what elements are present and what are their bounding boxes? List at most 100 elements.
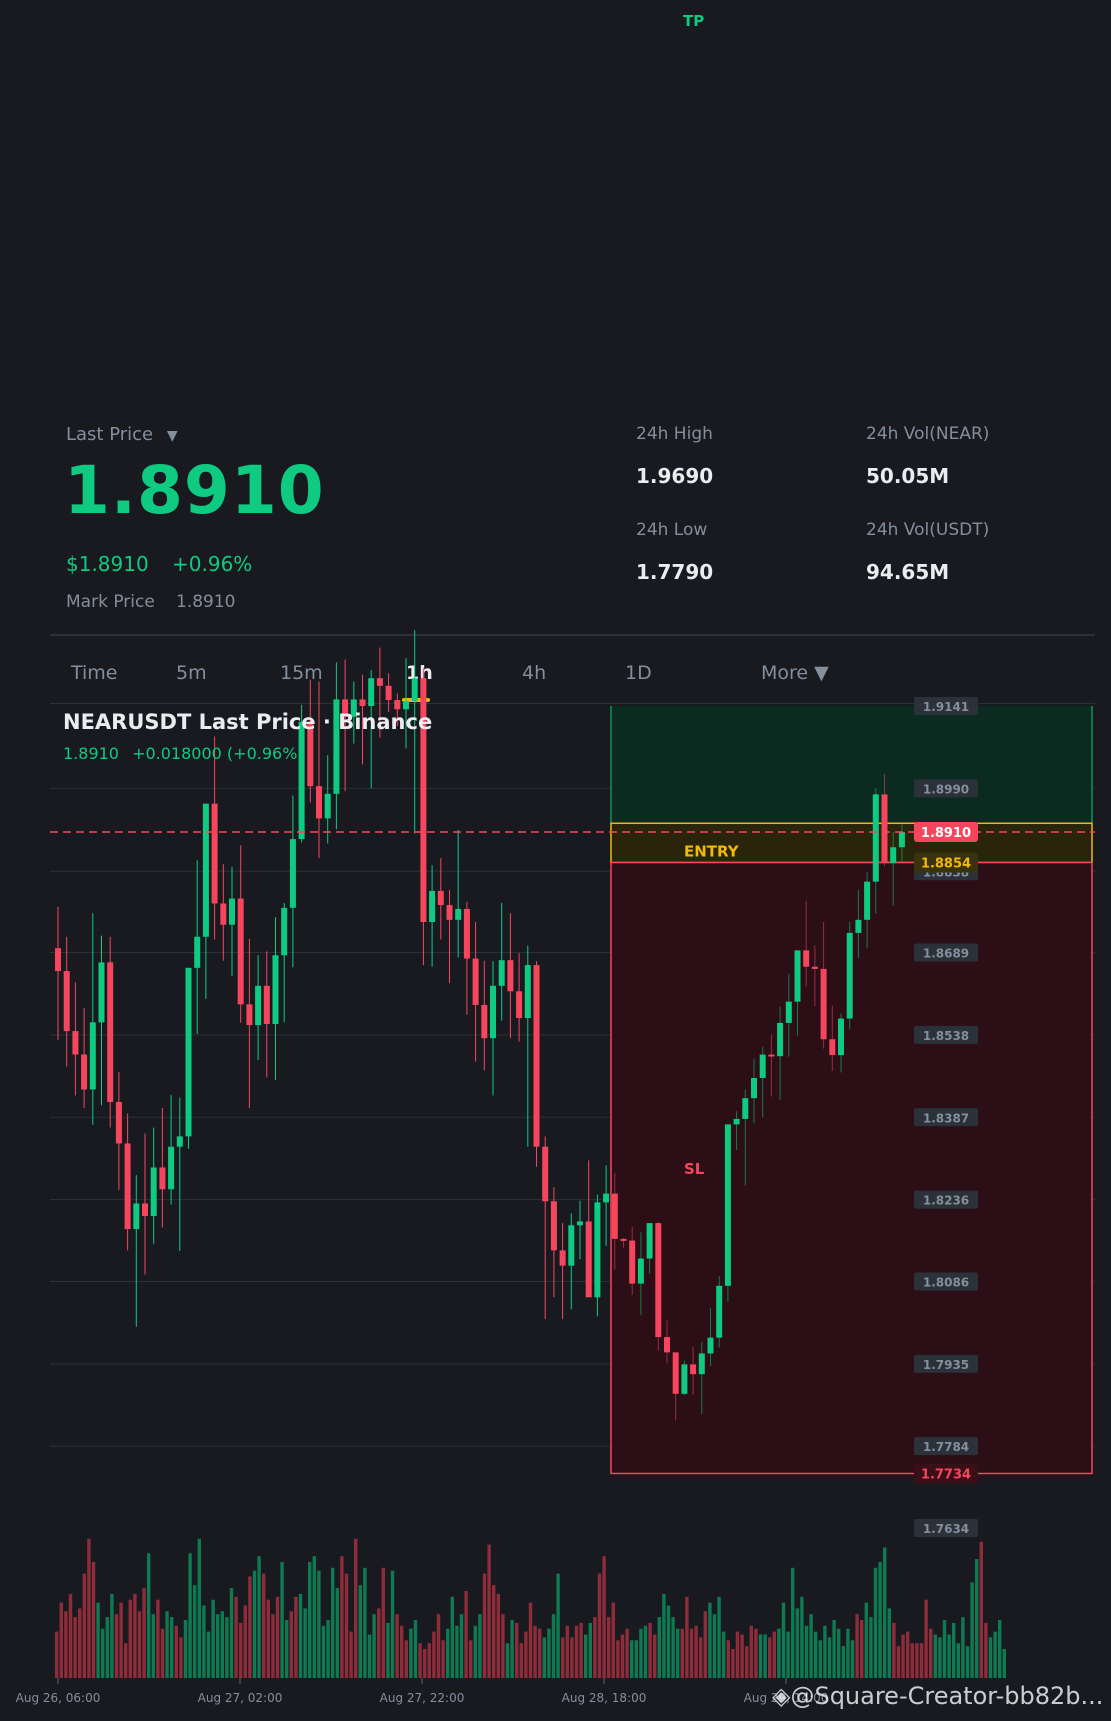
candle-body [768,1054,775,1057]
volume-bar [317,1570,321,1678]
candle-body [690,1364,697,1375]
volume-bar [961,1617,965,1678]
volume-bar [648,1622,652,1678]
volume-bar [482,1573,487,1678]
volume-bar [533,1625,537,1678]
volume-bar [257,1556,261,1678]
volume-bar [220,1611,224,1678]
candle-body [490,985,496,1039]
volume-bar [726,1640,730,1678]
volume-bar [464,1591,468,1678]
volume-bar [413,1620,418,1678]
volume-bar [82,1573,86,1678]
volume-bar [1002,1649,1006,1678]
volume-bar [151,1614,155,1678]
volume-bar [229,1588,234,1678]
volume-bar [156,1599,160,1678]
candle-body [542,1146,549,1202]
volume-bar [289,1611,293,1678]
volume-bar [321,1625,326,1678]
candle-body [316,786,322,819]
candle-body [777,1022,784,1057]
volume-bar [565,1625,569,1678]
volume-bar [639,1628,643,1678]
volume-bar [469,1640,473,1678]
candle-body [385,685,392,700]
candle-body [707,1337,714,1354]
volume-bar [745,1646,749,1678]
volume-bar [188,1553,192,1678]
candle-body [751,1078,757,1099]
volume-bar [768,1637,772,1678]
volume-bar [55,1631,59,1678]
candle-body [376,678,383,686]
volume-bar [915,1643,919,1678]
volume-bar [970,1582,974,1678]
entry-label: ENTRY [684,842,740,860]
candle-body [272,955,279,1024]
volume-bar [634,1640,638,1678]
volume-bar [280,1562,284,1678]
candle-body [403,701,409,710]
candle-body [637,1258,644,1284]
candle-body [411,678,418,702]
candle-body [115,1102,122,1144]
volume-bar [689,1628,694,1678]
candle-body [716,1285,723,1338]
price-chart[interactable]: ENTRYSL 1.91411.89901.88381.86891.85381.… [0,0,1111,1721]
volume-bar [285,1620,289,1678]
time-tick: Aug 27, 22:00 [380,1691,465,1705]
candle-body [263,985,270,1024]
volume-bar [505,1643,510,1678]
volume-bar [349,1631,353,1678]
last-price-tag: 1.8910 [921,826,971,841]
volume-bar [832,1620,836,1678]
candle-body [664,1337,670,1353]
candle-body [811,966,818,969]
candle-body [255,985,262,1026]
price-tick: 1.8538 [923,1029,969,1043]
volume-bar [570,1637,574,1678]
volume-bar [901,1634,905,1678]
price-tick: 1.7634 [923,1522,969,1536]
volume-bar [809,1614,813,1678]
volume-bar [473,1625,477,1678]
volume-bar [754,1628,758,1678]
volume-bar [878,1562,882,1678]
volume-bar [906,1631,910,1678]
candle-body [368,678,375,706]
volume-bar [423,1649,427,1678]
volume-bar [519,1643,523,1678]
volume-bar [873,1567,878,1678]
candle-body [516,991,523,1018]
volume-bar [616,1640,620,1678]
candle-body [498,960,505,986]
candle-body [220,903,227,925]
volume-bar [919,1643,924,1678]
candle-body [864,881,871,920]
candle-body [507,960,514,992]
volume-bar [763,1634,767,1678]
candle-body [359,699,366,706]
volume-bar [556,1573,560,1678]
volume-bar [694,1625,698,1678]
volume-bar [331,1567,335,1678]
volume-bar [78,1608,82,1678]
volume-bar [211,1599,215,1678]
volume-bar [666,1605,671,1678]
volume-bar [492,1585,496,1678]
volume-bar [929,1628,933,1678]
candle-body [820,968,827,1040]
candle-body [211,803,218,904]
candle-body [463,908,470,959]
volume-bar [910,1643,914,1678]
volume-bar [988,1637,993,1678]
volume-bar [740,1634,744,1678]
volume-bar [588,1622,592,1678]
price-tick: 1.8689 [923,947,969,961]
volume-bar [487,1544,491,1678]
volume-bar [239,1622,243,1678]
price-tick: 1.9141 [923,700,969,714]
volume-bar [956,1643,960,1678]
candle-body [585,1221,592,1298]
